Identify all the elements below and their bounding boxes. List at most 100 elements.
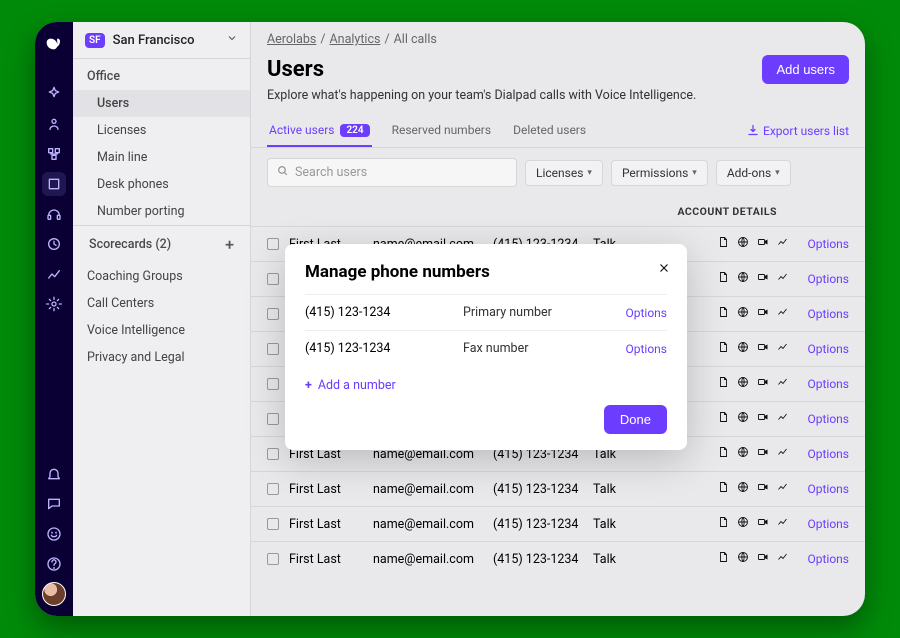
search-input[interactable]: Search users xyxy=(267,158,517,187)
video-icon xyxy=(757,306,769,322)
trend-icon xyxy=(777,551,789,567)
document-icon xyxy=(717,481,729,497)
row-options-link[interactable]: Options xyxy=(807,237,849,251)
globe-icon xyxy=(737,446,749,462)
row-options-link[interactable]: Options xyxy=(807,412,849,426)
done-button[interactable]: Done xyxy=(604,405,667,434)
phone-number: (415) 123-1234 xyxy=(305,305,463,320)
trend-icon xyxy=(777,236,789,252)
row-options-link[interactable]: Options xyxy=(807,342,849,356)
row-plan: Talk xyxy=(593,517,643,532)
tab-active-users[interactable]: Active users 224 xyxy=(267,115,372,147)
row-checkbox[interactable] xyxy=(267,483,279,495)
sidebar-item-deskphones[interactable]: Desk phones xyxy=(73,171,250,198)
org-icon[interactable] xyxy=(42,142,66,166)
video-icon xyxy=(757,236,769,252)
history-icon[interactable] xyxy=(42,232,66,256)
sidebar-item-voiceintel[interactable]: Voice Intelligence xyxy=(73,317,250,344)
row-options-link[interactable]: Options xyxy=(807,307,849,321)
row-options-link[interactable]: Options xyxy=(807,447,849,461)
add-number-link[interactable]: + Add a number xyxy=(305,366,667,393)
row-plan: Talk xyxy=(593,482,643,497)
smile-icon[interactable] xyxy=(42,522,66,546)
tab-reserved-numbers[interactable]: Reserved numbers xyxy=(390,115,493,147)
row-options-link[interactable]: Options xyxy=(807,377,849,391)
help-icon[interactable] xyxy=(42,552,66,576)
plus-icon[interactable]: + xyxy=(225,235,234,254)
section-scorecards[interactable]: Scorecards (2) + xyxy=(73,225,250,263)
row-checkbox[interactable] xyxy=(267,238,279,250)
workspace-badge: SF xyxy=(85,33,105,48)
table-row[interactable]: First Last name@email.com (415) 123-1234… xyxy=(251,471,865,506)
sidebar-item-callcenters[interactable]: Call Centers xyxy=(73,290,250,317)
filter-permissions[interactable]: Permissions▾ xyxy=(611,160,708,186)
export-users-link[interactable]: Export users list xyxy=(747,124,849,139)
table-row[interactable]: First Last name@email.com (415) 123-1234… xyxy=(251,506,865,541)
globe-icon xyxy=(737,341,749,357)
close-icon xyxy=(657,260,671,279)
document-icon xyxy=(717,411,729,427)
filter-licenses[interactable]: Licenses▾ xyxy=(525,160,603,186)
row-checkbox[interactable] xyxy=(267,343,279,355)
video-icon xyxy=(757,411,769,427)
sidebar: SF San Francisco Office Users Licenses M… xyxy=(73,22,251,616)
row-checkbox[interactable] xyxy=(267,448,279,460)
sidebar-item-mainline[interactable]: Main line xyxy=(73,144,250,171)
row-checkbox[interactable] xyxy=(267,378,279,390)
document-icon xyxy=(717,271,729,287)
filter-addons[interactable]: Add-ons▾ xyxy=(716,160,791,186)
phone-options-link[interactable]: Options xyxy=(625,306,667,320)
section-scorecards-label: Scorecards (2) xyxy=(89,237,171,252)
phone-type: Fax number xyxy=(463,341,625,356)
crumb-analytics[interactable]: Analytics xyxy=(330,32,381,47)
row-plan: Talk xyxy=(593,552,643,567)
row-icons xyxy=(717,341,789,357)
sidebar-item-users[interactable]: Users xyxy=(73,90,250,117)
row-checkbox[interactable] xyxy=(267,413,279,425)
document-icon xyxy=(717,236,729,252)
row-options-link[interactable]: Options xyxy=(807,482,849,496)
row-email: name@email.com xyxy=(373,482,493,497)
add-users-button[interactable]: Add users xyxy=(762,55,849,84)
bell-icon[interactable] xyxy=(42,462,66,486)
download-icon xyxy=(747,124,759,139)
chat-icon[interactable] xyxy=(42,492,66,516)
row-checkbox[interactable] xyxy=(267,553,279,565)
grid-icon[interactable] xyxy=(42,172,66,196)
user-avatar[interactable] xyxy=(42,582,66,606)
row-options-link[interactable]: Options xyxy=(807,517,849,531)
row-options-link[interactable]: Options xyxy=(807,272,849,286)
globe-icon xyxy=(737,306,749,322)
analytics-icon[interactable] xyxy=(42,262,66,286)
phone-options-link[interactable]: Options xyxy=(625,342,667,356)
breadcrumb: Aerolabs/Analytics/All calls xyxy=(251,22,865,51)
video-icon xyxy=(757,341,769,357)
sidebar-item-numberporting[interactable]: Number porting xyxy=(73,198,250,225)
global-nav-rail xyxy=(35,22,73,616)
row-options-link[interactable]: Options xyxy=(807,552,849,566)
sidebar-item-coaching[interactable]: Coaching Groups xyxy=(73,263,250,290)
table-row[interactable]: First Last name@email.com (415) 123-1234… xyxy=(251,541,865,576)
settings-gear-icon[interactable] xyxy=(42,292,66,316)
row-name: First Last xyxy=(289,482,373,497)
document-icon xyxy=(717,341,729,357)
globe-icon xyxy=(737,551,749,567)
sparkle-icon[interactable] xyxy=(42,82,66,106)
row-checkbox[interactable] xyxy=(267,518,279,530)
person-icon[interactable] xyxy=(42,112,66,136)
close-button[interactable] xyxy=(655,260,673,278)
row-checkbox[interactable] xyxy=(267,308,279,320)
tab-deleted-users[interactable]: Deleted users xyxy=(511,115,588,147)
document-icon xyxy=(717,306,729,322)
headset-icon[interactable] xyxy=(42,202,66,226)
trend-icon xyxy=(777,376,789,392)
row-email: name@email.com xyxy=(373,552,493,567)
sidebar-item-licenses[interactable]: Licenses xyxy=(73,117,250,144)
crumb-aerolabs[interactable]: Aerolabs xyxy=(267,32,316,47)
globe-icon xyxy=(737,271,749,287)
workspace-switcher[interactable]: SF San Francisco xyxy=(73,22,250,59)
manage-phone-numbers-dialog: Manage phone numbers (415) 123-1234 Prim… xyxy=(285,244,687,450)
row-checkbox[interactable] xyxy=(267,273,279,285)
app-logo-icon[interactable] xyxy=(42,32,66,56)
sidebar-item-privacy[interactable]: Privacy and Legal xyxy=(73,344,250,371)
